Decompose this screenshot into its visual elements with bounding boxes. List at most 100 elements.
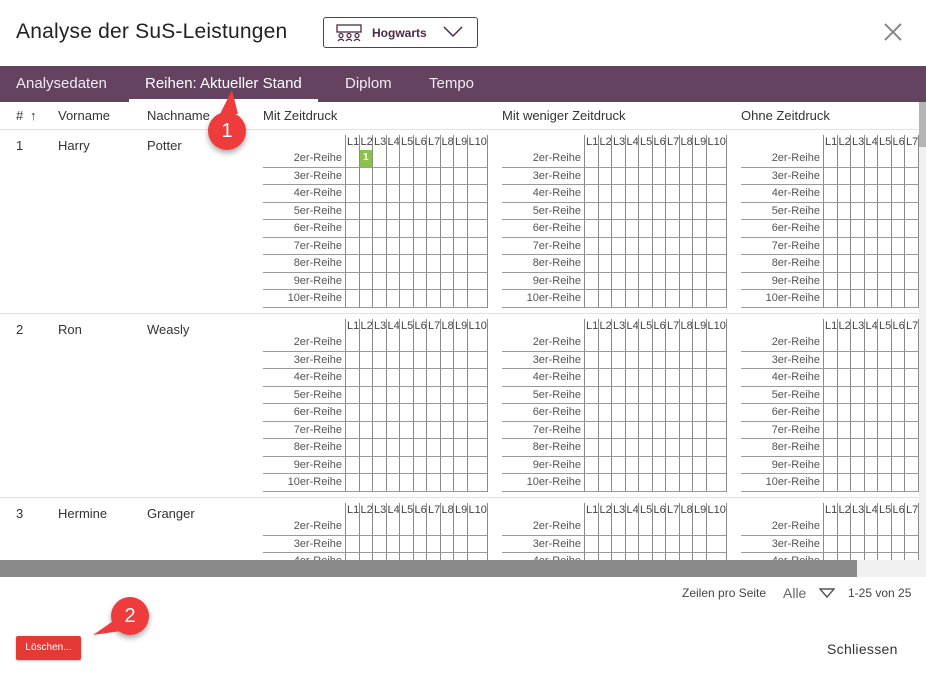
level-header: L4 <box>624 503 639 518</box>
delete-button[interactable]: Löschen... <box>16 636 81 660</box>
level-cell <box>412 150 426 168</box>
level-cell <box>836 272 850 290</box>
grid-right-border <box>486 503 488 560</box>
level-cell <box>358 369 372 387</box>
level-cell <box>385 255 399 273</box>
level-cell <box>877 290 891 308</box>
column-lastname[interactable]: Nachname <box>147 108 210 123</box>
level-header: L4 <box>863 503 878 518</box>
level-cell <box>877 535 891 553</box>
series-label: 3er-Reihe <box>263 352 345 369</box>
level-cell <box>850 167 864 185</box>
level-cell <box>439 220 453 238</box>
column-firstname[interactable]: Vorname <box>58 108 110 123</box>
tab-tempo[interactable]: Tempo <box>429 66 474 102</box>
level-cell <box>665 439 679 457</box>
level-cell <box>399 456 413 474</box>
level-cell <box>624 272 638 290</box>
series-label: 3er-Reihe <box>502 168 584 185</box>
level-grid: L1L2L3L4L5L6L7L8L9L10 2er-Reihe3er-Reihe4… <box>502 135 732 308</box>
level-cell <box>692 237 706 255</box>
level-cell <box>705 167 726 185</box>
level-cell <box>890 334 904 352</box>
level-header: L3 <box>372 135 387 150</box>
column-number[interactable]: # <box>16 108 23 123</box>
level-cell <box>439 439 453 457</box>
level-cell <box>439 474 453 492</box>
student-lastname: Potter <box>147 138 182 153</box>
vertical-scroll-thumb[interactable] <box>919 102 926 147</box>
level-cell <box>638 456 652 474</box>
level-cell <box>372 290 386 308</box>
series-label: 2er-Reihe <box>502 518 584 536</box>
level-cell <box>665 404 679 422</box>
level-cell <box>453 439 467 457</box>
series-label: 2er-Reihe <box>502 334 584 352</box>
table-row: 2 Ron Weasly L1 L2 L3 L4 L5 L6 L7 L8 L9 L10 2er-Reihe… <box>0 314 926 498</box>
level-cell <box>584 334 598 352</box>
level-cell <box>345 369 359 387</box>
level-cell <box>358 456 372 474</box>
level-cell <box>358 404 372 422</box>
level-header: L9 <box>453 503 468 518</box>
level-cell <box>345 553 359 560</box>
series-label: 4er-Reihe <box>741 553 823 560</box>
level-header: L2 <box>836 319 851 334</box>
level-cell <box>651 351 665 369</box>
level-cell <box>611 150 625 168</box>
level-header: L7 <box>904 503 919 518</box>
sort-asc-icon[interactable]: ↑ <box>30 108 37 123</box>
level-cell <box>651 518 665 536</box>
level-header: L7 <box>665 319 680 334</box>
close-button[interactable]: Schliessen <box>827 641 898 657</box>
level-cell <box>904 518 918 536</box>
level-cell <box>823 237 837 255</box>
level-cell <box>665 237 679 255</box>
chevron-down-icon[interactable] <box>819 588 835 599</box>
level-cell <box>345 474 359 492</box>
tab-analysedaten[interactable]: Analysedaten <box>16 66 107 102</box>
level-cell <box>426 456 440 474</box>
student-firstname: Harry <box>58 138 90 153</box>
tab-diplom[interactable]: Diplom <box>345 66 392 102</box>
level-cell <box>439 404 453 422</box>
level-cell <box>453 237 467 255</box>
level-cell <box>638 167 652 185</box>
level-cell <box>611 167 625 185</box>
level-cell <box>426 404 440 422</box>
school-selector[interactable]: Hogwarts <box>323 17 478 48</box>
level-cell <box>624 553 639 560</box>
level-cell <box>692 220 706 238</box>
level-header: L2 <box>597 503 612 518</box>
level-cell <box>836 474 850 492</box>
series-label: 4er-Reihe <box>502 185 584 203</box>
level-header: L2 <box>358 319 373 334</box>
level-cell <box>385 474 399 492</box>
level-cell <box>412 185 426 203</box>
level-cell <box>358 474 372 492</box>
level-cell <box>823 474 837 492</box>
rows-per-page-select[interactable]: Alle <box>783 585 806 601</box>
series-label: 9er-Reihe <box>263 457 345 474</box>
level-header: L5 <box>399 503 414 518</box>
level-cell <box>638 237 652 255</box>
level-cell <box>399 255 413 273</box>
level-cell <box>651 334 665 352</box>
level-cell <box>836 167 850 185</box>
column-ohne-zeitdruck: Ohne Zeitdruck <box>741 108 830 123</box>
level-cell <box>453 220 467 238</box>
level-cell <box>399 351 413 369</box>
level-cell <box>638 439 652 457</box>
horizontal-scroll-thumb[interactable] <box>0 560 857 577</box>
level-cell <box>665 272 679 290</box>
level-cell <box>345 535 359 553</box>
vertical-scrollbar[interactable] <box>919 102 926 560</box>
level-cell <box>466 351 487 369</box>
horizontal-scrollbar[interactable] <box>0 560 926 577</box>
level-cell <box>412 202 426 220</box>
close-icon[interactable] <box>882 21 904 43</box>
level-cell <box>904 185 918 203</box>
level-cell <box>863 185 877 203</box>
level-cell <box>624 351 638 369</box>
level-cell <box>904 167 918 185</box>
